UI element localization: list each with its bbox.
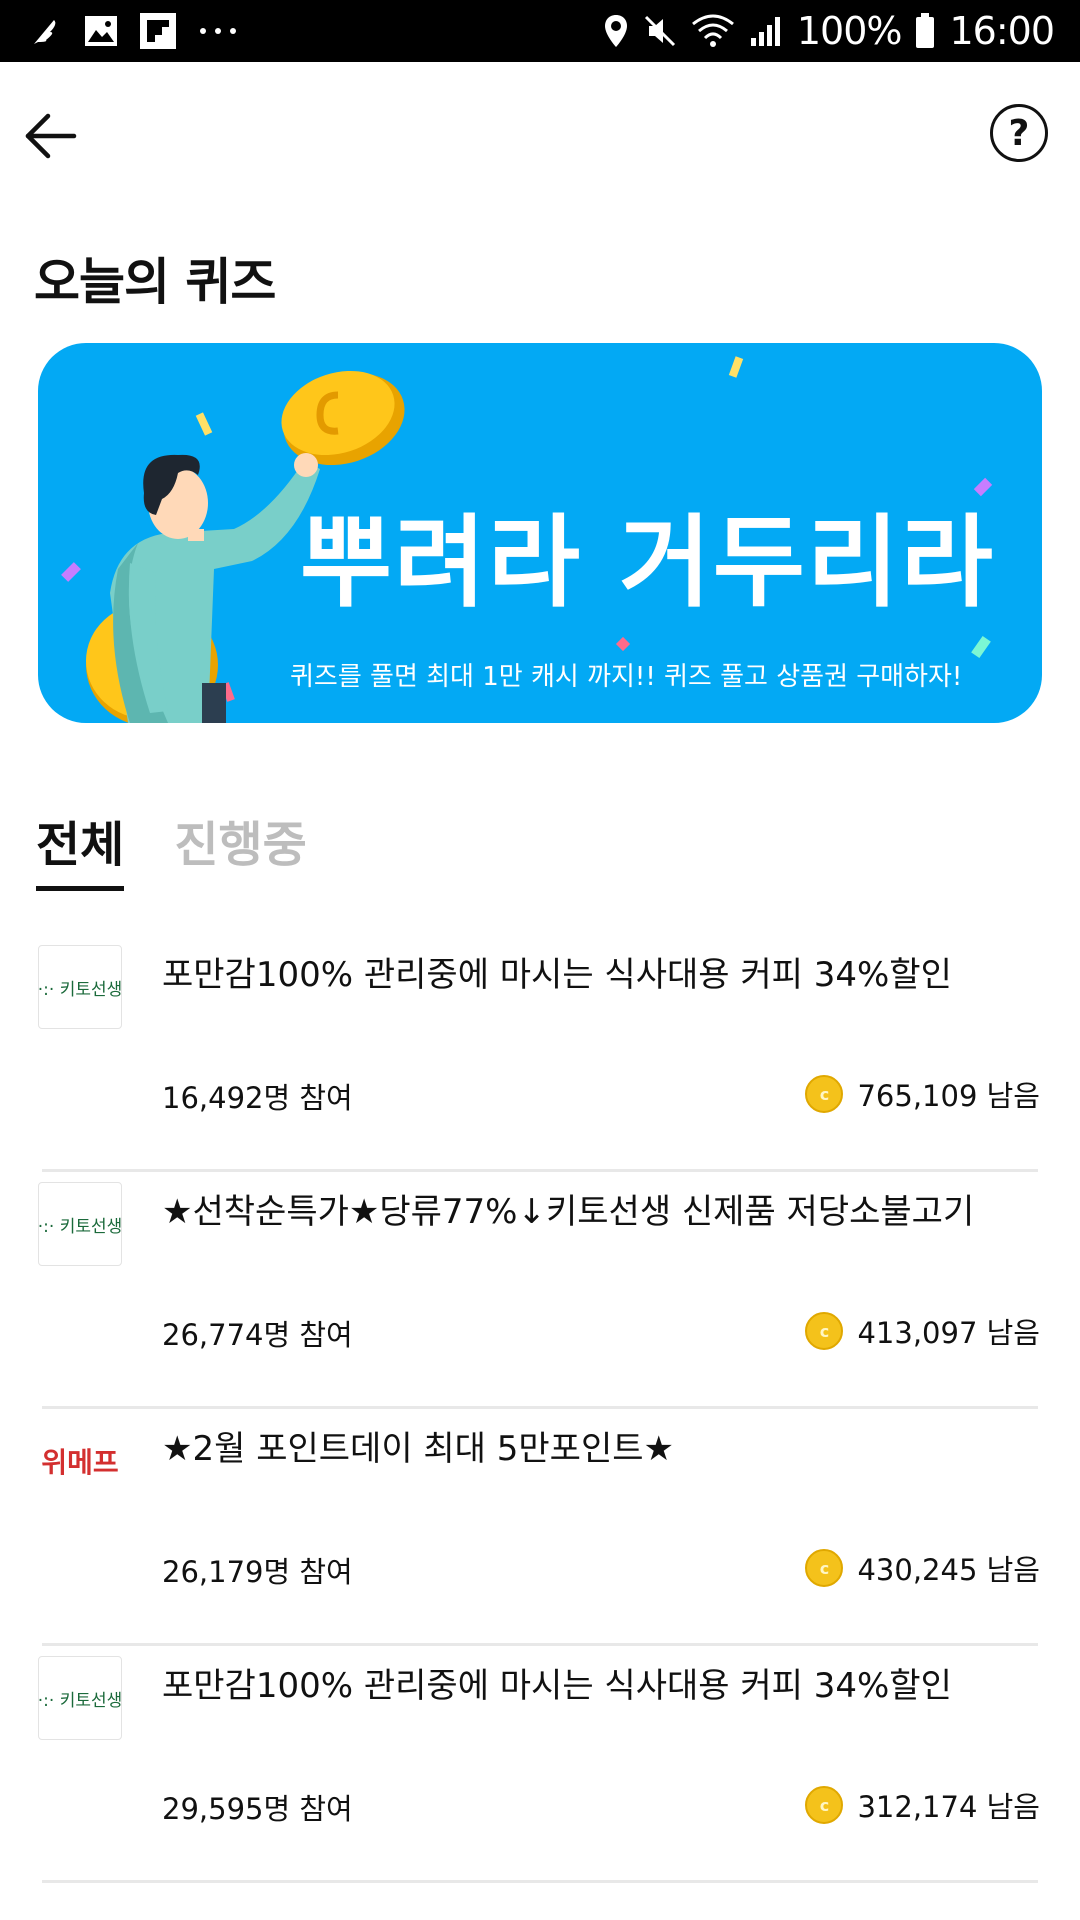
brand-logo: 위메프 bbox=[38, 1419, 122, 1503]
help-icon: ? bbox=[1008, 112, 1030, 154]
quiz-title: 포만감100% 관리중에 마시는 식사대용 커피 34%할인 bbox=[162, 1666, 952, 1706]
clock: 16:00 bbox=[949, 9, 1055, 53]
remaining-value: 430,245 남음 bbox=[857, 1553, 1040, 1587]
banner-subtitle: 퀴즈를 풀면 최대 1만 캐시 까지!! 퀴즈 풀고 상품권 구매하자! bbox=[290, 662, 963, 692]
arrow-left-icon bbox=[25, 113, 77, 159]
promo-banner[interactable]: 뿌려라 거두리라 퀴즈를 풀면 최대 1만 캐시 까지!! 퀴즈 풀고 상품권 … bbox=[38, 343, 1042, 723]
remaining-cash: c 312,174 남음 bbox=[805, 1784, 1040, 1826]
coin-icon: c bbox=[805, 1786, 844, 1824]
feather-icon bbox=[28, 14, 62, 48]
remaining-cash: c 765,109 남음 bbox=[805, 1073, 1040, 1115]
coin-icon: c bbox=[805, 1075, 844, 1113]
list-item[interactable]: 위메프 ★2월 포인트데이 최대 5만포인트★ 26,179명 참여 c 430… bbox=[0, 1409, 1080, 1646]
divider bbox=[42, 1880, 1038, 1883]
quiz-title: ★2월 포인트데이 최대 5만포인트★ bbox=[162, 1429, 675, 1469]
banner-headline: 뿌려라 거두리라 bbox=[300, 504, 995, 621]
remaining-value: 413,097 남음 bbox=[857, 1316, 1040, 1350]
battery-icon bbox=[915, 13, 935, 49]
list-item[interactable]: ·:· 키토선생 ★선착순특가★당류77%↓키토선생 신제품 저당소불고기 26… bbox=[0, 1172, 1080, 1409]
remaining-cash: c 430,245 남음 bbox=[805, 1547, 1040, 1589]
page-title: 오늘의 퀴즈 bbox=[34, 253, 276, 311]
image-icon bbox=[84, 15, 118, 47]
help-button[interactable]: ? bbox=[990, 104, 1048, 162]
list-item[interactable]: ·:· 키토선생 포만감100% 관리중에 마시는 식사대용 커피 34%할인 … bbox=[0, 935, 1080, 1172]
battery-percent: 100% bbox=[796, 9, 903, 53]
flipboard-icon bbox=[140, 13, 176, 49]
list-item[interactable]: ·:· 키토선생 포만감100% 관리중에 마시는 식사대용 커피 34%할인 … bbox=[0, 1646, 1080, 1883]
more-icon bbox=[198, 26, 238, 36]
remaining-value: 765,109 남음 bbox=[857, 1079, 1040, 1113]
participants-count: 16,492명 참여 bbox=[162, 1081, 353, 1115]
quiz-tabs: 전체 진행중 bbox=[36, 805, 307, 891]
brand-logo: ·:· 키토선생 bbox=[38, 1656, 122, 1740]
tab-all[interactable]: 전체 bbox=[36, 805, 125, 891]
status-bar-system: 100% 16:00 bbox=[603, 9, 1055, 53]
status-bar: 100% 16:00 bbox=[0, 0, 1080, 62]
participants-count: 29,595명 참여 bbox=[162, 1792, 353, 1826]
status-bar-notifications bbox=[28, 13, 238, 49]
remaining-value: 312,174 남음 bbox=[857, 1790, 1040, 1824]
quiz-title: 포만감100% 관리중에 마시는 식사대용 커피 34%할인 bbox=[162, 955, 952, 995]
remaining-cash: c 413,097 남음 bbox=[805, 1310, 1040, 1352]
location-icon bbox=[603, 13, 629, 49]
brand-logo: ·:· 키토선생 bbox=[38, 945, 122, 1029]
participants-count: 26,774명 참여 bbox=[162, 1318, 353, 1352]
signal-icon bbox=[749, 14, 783, 48]
brand-logo: ·:· 키토선생 bbox=[38, 1182, 122, 1266]
app-bar: ? bbox=[0, 62, 1080, 212]
quiz-list: ·:· 키토선생 포만감100% 관리중에 마시는 식사대용 커피 34%할인 … bbox=[0, 935, 1080, 1883]
wifi-icon bbox=[691, 14, 735, 48]
tab-in-progress[interactable]: 진행중 bbox=[174, 805, 306, 891]
back-button[interactable] bbox=[22, 108, 78, 164]
coin-icon: c bbox=[805, 1549, 844, 1587]
participants-count: 26,179명 참여 bbox=[162, 1555, 353, 1589]
mute-icon bbox=[643, 14, 677, 48]
coin-icon: c bbox=[805, 1312, 844, 1350]
quiz-title: ★선착순특가★당류77%↓키토선생 신제품 저당소불고기 bbox=[162, 1192, 975, 1232]
